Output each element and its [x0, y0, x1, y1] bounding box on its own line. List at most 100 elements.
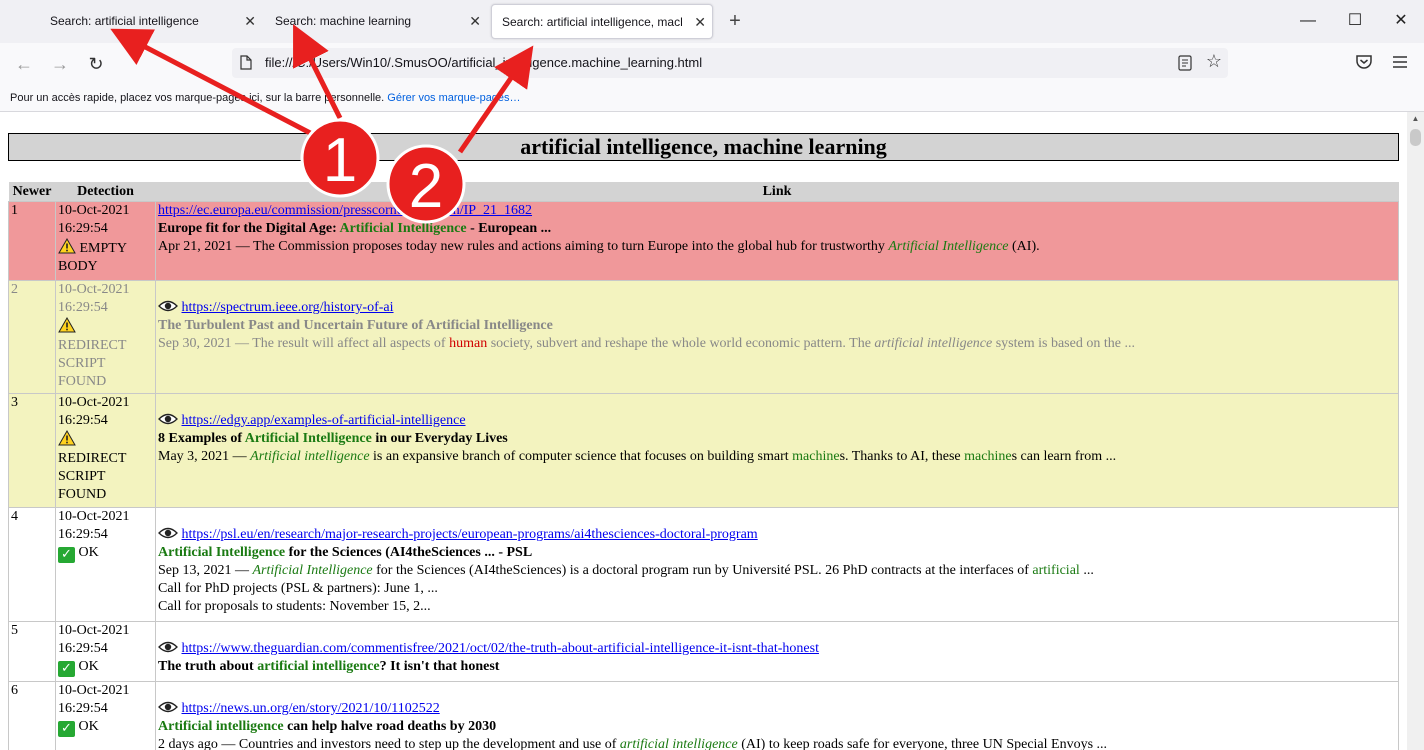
minimize-icon[interactable]: — [1293, 6, 1323, 36]
forward-arrow-icon[interactable]: → [47, 51, 73, 77]
keyword-highlight: Artificial Intelligence [252, 563, 373, 578]
link-cell: https://spectrum.ieee.org/history-of-ai … [155, 280, 1399, 394]
close-tab-icon[interactable]: ✕ [694, 5, 706, 38]
result-link[interactable]: https://psl.eu/en/research/major-researc… [182, 527, 758, 542]
table-row: 3 10-Oct-2021 16:29:54 REDIRECT SCRIPT F… [8, 393, 1399, 508]
detection-time: 16:29:54 [58, 413, 108, 428]
title-text: The truth about [158, 659, 258, 674]
warning-icon [58, 317, 76, 333]
results-table: Newer Detection Link 1 10-Oct-2021 16:29… [8, 182, 1399, 750]
reload-icon[interactable]: ↻ [83, 51, 109, 77]
tab-search-ai-ml[interactable]: Search: artificial intelligence, machine… [491, 4, 713, 39]
snippet-text: is an expansive branch of computer scien… [369, 449, 793, 464]
snippet-text: ... [1079, 563, 1094, 578]
table-row: 2 10-Oct-2021 16:29:54 REDIRECT SCRIPT F… [8, 280, 1399, 394]
link-cell: https://psl.eu/en/research/major-researc… [155, 507, 1399, 622]
page-title: artificial intelligence, machine learnin… [8, 133, 1399, 161]
keyword-highlight: Artificial Intelligence [339, 221, 467, 236]
detection-status: REDIRECT SCRIPT FOUND [58, 317, 154, 391]
keyword-highlight: Artificial Intelligence [244, 431, 372, 446]
detection-cell: 10-Oct-2021 16:29:54 ✓ OK [55, 681, 156, 750]
manage-bookmarks-link[interactable]: Gérer vos marque-pages… [387, 92, 520, 104]
result-title: Europe fit for the Digital Age: Artifici… [158, 220, 1397, 238]
eye-icon[interactable] [158, 412, 178, 426]
close-tab-icon[interactable]: ✕ [244, 4, 256, 39]
row-number: 2 [8, 280, 56, 394]
link-cell: https://news.un.org/en/story/2021/10/110… [155, 681, 1399, 750]
row-number: 4 [8, 507, 56, 622]
title-text: Europe fit for the Digital Age: [158, 221, 340, 236]
table-row: 5 10-Oct-2021 16:29:54 ✓ OK https://www.… [8, 621, 1399, 682]
keyword-highlight: artificial intelligence [874, 336, 993, 351]
row-number: 6 [8, 681, 56, 750]
keyword-highlight: Artificial intelligence [158, 719, 284, 734]
snippet-text: 2 days ago — Countries and investors nee… [158, 737, 620, 750]
detection-cell: 10-Oct-2021 16:29:54 ✓ OK [55, 507, 156, 622]
keyword-highlight: Artificial Intelligence [888, 239, 1009, 254]
pocket-icon[interactable] [1354, 52, 1374, 72]
maximize-icon[interactable]: ☐ [1340, 6, 1370, 36]
detection-time: 16:29:54 [58, 701, 108, 716]
detection-time: 16:29:54 [58, 300, 108, 315]
column-header-newer: Newer [8, 182, 56, 202]
eye-icon[interactable] [158, 299, 178, 313]
snippet-text: s. Thanks to AI, these [839, 449, 965, 464]
detection-date: 10-Oct-2021 [58, 282, 130, 297]
table-header: Newer Detection Link [8, 182, 1399, 202]
vertical-scrollbar[interactable]: ▲ [1407, 112, 1424, 750]
keyword-highlight: artificial [1032, 563, 1080, 578]
result-snippet: Apr 21, 2021 — The Commission proposes t… [158, 238, 1397, 256]
snippet-text: Sep 30, 2021 — The result will affect al… [158, 336, 450, 351]
hamburger-menu-icon[interactable] [1392, 52, 1408, 72]
tab-search-ai[interactable]: Search: artificial intelligence ✕ [40, 4, 262, 39]
plus-icon[interactable]: + [723, 8, 747, 34]
tab-title: Search: machine learning [275, 14, 412, 28]
title-text: - European ... [466, 221, 552, 236]
tab-search-ml[interactable]: Search: machine learning ✕ [265, 4, 487, 39]
eye-icon[interactable] [158, 640, 178, 654]
keyword-highlight: machine [964, 449, 1012, 464]
link-cell: https://www.theguardian.com/commentisfre… [155, 621, 1399, 682]
check-icon: ✓ [58, 721, 75, 737]
row-number: 5 [8, 621, 56, 682]
scroll-up-arrow-icon[interactable]: ▲ [1407, 112, 1424, 126]
snippet-text: society, subvert and reshape the whole w… [487, 336, 875, 351]
result-snippet-extra: Call for PhD projects (PSL & partners): … [158, 581, 438, 596]
url-text[interactable]: file:///C:/Users/Win10/.SmusOO/artificia… [265, 48, 702, 78]
result-title: Artificial intelligence can help halve r… [158, 718, 1397, 736]
title-text: 8 Examples of [158, 431, 245, 446]
eye-icon[interactable] [158, 700, 178, 714]
title-text: ? It isn't that honest [379, 659, 500, 674]
result-link[interactable]: https://www.theguardian.com/commentisfre… [182, 641, 819, 656]
detection-date: 10-Oct-2021 [58, 395, 130, 410]
address-bar[interactable]: file:///C:/Users/Win10/.SmusOO/artificia… [232, 48, 1228, 78]
status-text: REDIRECT SCRIPT FOUND [58, 338, 127, 389]
close-window-icon[interactable]: ✕ [1386, 6, 1416, 36]
close-tab-icon[interactable]: ✕ [469, 4, 481, 39]
title-text: for the Sciences (AI4theSciences ... - P… [285, 545, 533, 560]
result-link[interactable]: https://news.un.org/en/story/2021/10/110… [182, 701, 440, 716]
result-snippet: Sep 13, 2021 — Artificial Intelligence f… [158, 562, 1397, 580]
result-link[interactable]: https://spectrum.ieee.org/history-of-ai [182, 300, 394, 315]
table-row: 1 10-Oct-2021 16:29:54 EMPTY BODY https:… [8, 201, 1399, 281]
bookmarks-toolbar: Pour un accès rapide, placez vos marque-… [0, 85, 1424, 112]
detection-time: 16:29:54 [58, 641, 108, 656]
detection-time: 16:29:54 [58, 221, 108, 236]
detection-status: ✓ OK [58, 658, 154, 677]
result-snippet: May 3, 2021 — Artificial intelligence is… [158, 448, 1397, 466]
bookmark-star-icon[interactable]: ☆ [1206, 51, 1222, 72]
detection-date: 10-Oct-2021 [58, 683, 130, 698]
reader-view-icon[interactable] [1178, 55, 1192, 71]
scrollbar-thumb[interactable] [1410, 129, 1421, 146]
snippet-text: s can learn from ... [1011, 449, 1117, 464]
snippet-text: (AI) to keep roads safe for everyone, th… [737, 737, 1108, 750]
page-icon [240, 55, 252, 70]
eye-icon[interactable] [158, 526, 178, 540]
result-link[interactable]: https://edgy.app/examples-of-artificial-… [182, 413, 466, 428]
column-header-link: Link [155, 182, 1399, 202]
result-link[interactable]: https://ec.europa.eu/commission/presscor… [158, 203, 532, 218]
check-icon: ✓ [58, 547, 75, 563]
result-snippet: Sep 30, 2021 — The result will affect al… [158, 335, 1397, 353]
nav-bar: ← → ↻ file:///C:/Users/Win10/.SmusOO/art… [0, 43, 1424, 85]
back-arrow-icon[interactable]: ← [11, 51, 37, 77]
